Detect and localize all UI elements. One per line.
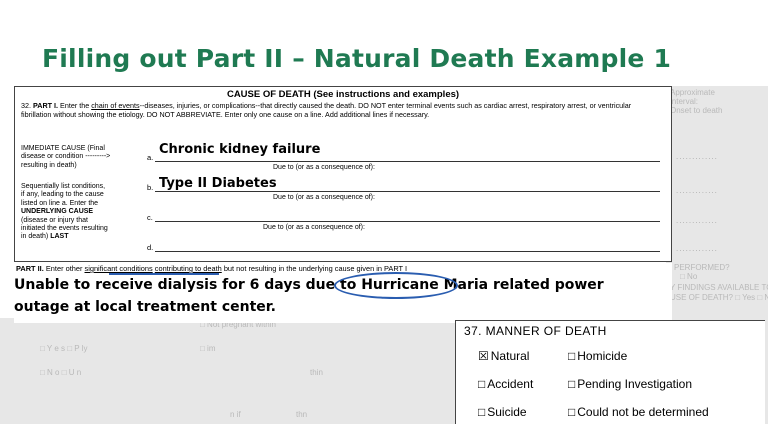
- cause-b-text: Type II Diabetes: [159, 176, 277, 191]
- faded-no-u: □ N o □ U n: [40, 368, 82, 377]
- row-letter-a: a.: [147, 153, 154, 162]
- manner-option-accident[interactable]: □ Accident: [478, 377, 533, 391]
- sequential-line-2: if any, leading to the cause: [21, 191, 104, 199]
- row-line-b: [155, 191, 660, 192]
- checkbox-icon[interactable]: □: [478, 377, 485, 391]
- form-heading: CAUSE OF DEATH (See instructions and exa…: [226, 89, 460, 100]
- part1-chain: chain of events: [91, 101, 140, 110]
- checkbox-icon[interactable]: □: [478, 405, 485, 419]
- underlying-label: UNDERLYING CAUSE: [21, 208, 94, 216]
- faded-yes-p: □ Y e s □ P ly: [40, 344, 88, 353]
- row-letter-d: d.: [147, 243, 154, 252]
- faded-performed: PERFORMED?: [674, 263, 730, 272]
- checkbox-icon[interactable]: □: [568, 405, 575, 419]
- faded-cause-of-death: USE OF DEATH? □ Yes □ No: [670, 293, 768, 302]
- sequential-line-3: listed on line a. Enter the: [21, 199, 99, 207]
- faded-onset: Onset to death: [670, 106, 723, 115]
- faded-findings: Y FINDINGS AVAILABLE TO: [670, 283, 768, 292]
- due-to-c: Due to (or as a consequence of):: [263, 224, 365, 231]
- manner-of-death-box: 37. MANNER OF DEATH ☒ Natural □ Homicide □…: [455, 320, 765, 424]
- manner-title: 37. MANNER OF DEATH: [464, 324, 607, 338]
- faded-row-thn: thn: [296, 410, 308, 419]
- part1-instructions: 32. PART I. Enter the chain of events--d…: [21, 101, 661, 119]
- cause-of-death-form: CAUSE OF DEATH (See instructions and exa…: [14, 86, 672, 262]
- underlying-line-1: (disease or injury that: [21, 216, 88, 224]
- faded-interval: interval:: [670, 97, 699, 106]
- part2-answer-line-1: Unable to receive dialysis for 6 days du…: [14, 277, 604, 293]
- part2-instr-a: Enter other: [45, 264, 83, 273]
- sequential-line-1: Sequentially list conditions,: [21, 183, 106, 190]
- row-letter-c: c.: [147, 213, 153, 222]
- part1-text-a: Enter the: [60, 101, 90, 110]
- faded-dots-c: .............: [676, 216, 718, 225]
- faded-interval-column: Approximate interval: Onset to death ...…: [666, 86, 768, 326]
- faded-dots-a: .............: [676, 152, 718, 161]
- underlying-line-2: initiated the events resulting: [21, 225, 108, 233]
- cause-a-text: Chronic kidney failure: [159, 142, 321, 157]
- manner-option-undetermined[interactable]: □ Could not be determined: [568, 405, 709, 419]
- immediate-line-2: disease or condition --------->: [21, 153, 111, 161]
- row-line-a: [155, 161, 660, 162]
- underlying-line-3: in death) LAST: [21, 233, 69, 241]
- checkbox-icon[interactable]: □: [568, 377, 575, 391]
- immediate-cause-label: IMMEDIATE CAUSE (Final disease or condit…: [21, 145, 110, 170]
- part2-section: PART II. Enter other significant conditi…: [14, 263, 672, 323]
- faded-row-nif: n if: [230, 410, 241, 419]
- checkbox-icon[interactable]: □: [568, 349, 575, 363]
- faded-row-im: □ im: [200, 344, 216, 353]
- part2-contributing: contributing to death: [154, 264, 222, 273]
- manner-option-suicide[interactable]: □ Suicide: [478, 405, 527, 419]
- faded-row-thin: thin: [310, 368, 323, 377]
- checked-box-icon[interactable]: ☒: [478, 349, 489, 363]
- part1-num: 32.: [21, 101, 31, 110]
- row-line-c: [155, 221, 660, 222]
- part1-label: PART I.: [33, 101, 59, 110]
- part2-significant: significant conditions: [84, 264, 153, 273]
- faded-no: □ No: [680, 272, 698, 281]
- hurricane-highlight-circle: [334, 272, 458, 299]
- sequential-label: Sequentially list conditions, if any, le…: [21, 183, 108, 242]
- part2-answer-line-2: outage at local treatment center.: [14, 299, 276, 315]
- faded-approximate: Approximate: [670, 88, 715, 97]
- immediate-line-1: IMMEDIATE CAUSE (Final: [21, 145, 105, 152]
- row-line-d: [155, 251, 660, 252]
- manner-option-pending[interactable]: □ Pending Investigation: [568, 377, 692, 391]
- manner-option-homicide[interactable]: □ Homicide: [568, 349, 627, 363]
- significant-underline-mark: [109, 273, 219, 275]
- slide-title: Filling out Part II – Natural Death Exam…: [42, 44, 672, 73]
- manner-option-natural[interactable]: ☒ Natural: [478, 349, 529, 363]
- row-letter-b: b.: [147, 183, 154, 192]
- part2-instructions: PART II. Enter other significant conditi…: [16, 264, 407, 273]
- due-to-a: Due to (or as a consequence of):: [273, 164, 375, 171]
- faded-dots-b: .............: [676, 186, 718, 195]
- part2-label: PART II.: [16, 264, 44, 273]
- due-to-b: Due to (or as a consequence of):: [273, 194, 375, 201]
- immediate-line-3: resulting in death): [21, 161, 77, 169]
- faded-dots-d: .............: [676, 244, 718, 253]
